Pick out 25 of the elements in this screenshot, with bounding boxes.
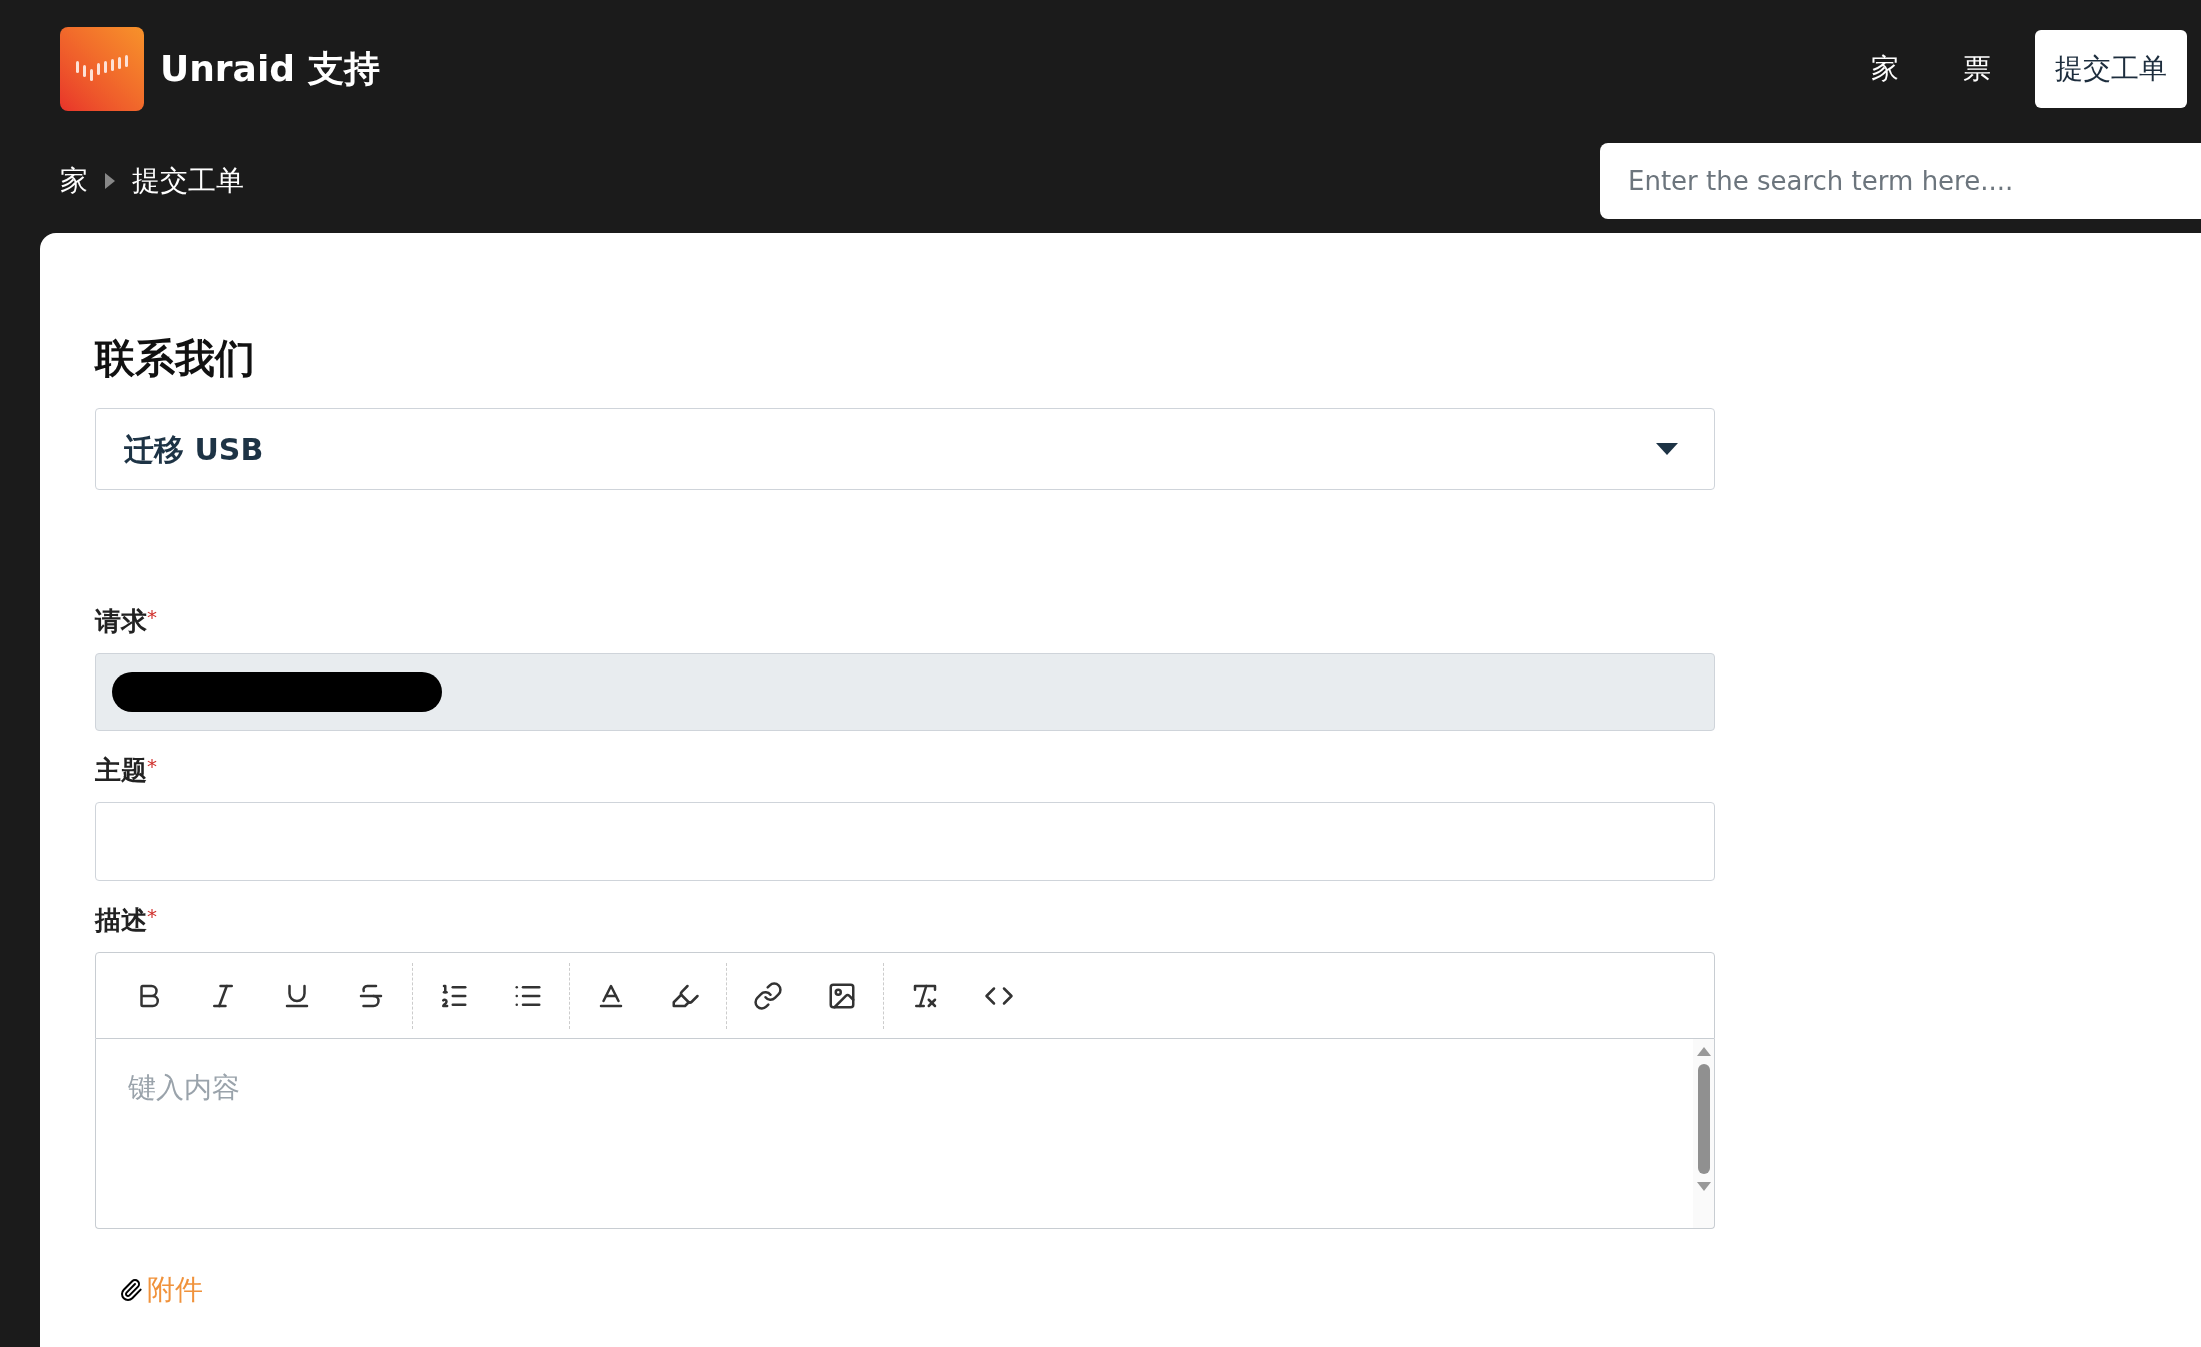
page-heading: 联系我们 — [95, 334, 256, 383]
input-field[interactable] — [95, 802, 1715, 881]
chevron-icon — [104, 172, 116, 190]
field-label: 描述 — [95, 904, 147, 937]
paperclip-icon — [119, 1278, 143, 1302]
search-field[interactable]: Enter the search term here.... — [1600, 143, 2201, 219]
field-label: 主题 — [95, 754, 147, 787]
field-label: 请求 — [95, 605, 147, 638]
breadcrumb-link[interactable]: 家 — [60, 160, 88, 202]
topic-select[interactable]: 迁移 USB — [95, 408, 1715, 490]
description-field[interactable]: 键入内容 — [95, 1039, 1693, 1229]
nav-link[interactable]: 提交工单 — [2035, 30, 2187, 108]
brand-title: Unraid 支持 — [160, 47, 380, 91]
scroll-down-icon[interactable] — [1696, 1182, 1711, 1191]
scrollbar[interactable] — [1693, 1039, 1715, 1229]
breadcrumb-link[interactable]: 提交工单 — [132, 160, 244, 202]
scroll-up-icon[interactable] — [1696, 1047, 1711, 1056]
required-marker: * — [147, 753, 157, 778]
caret-icon — [1656, 443, 1678, 455]
nav-link[interactable]: 票 — [1943, 30, 2011, 108]
nav-link[interactable]: 家 — [1851, 30, 1919, 108]
required-marker: * — [147, 903, 157, 928]
request-field[interactable] — [95, 653, 1715, 731]
link-icon — [753, 980, 783, 1011]
required-marker: * — [147, 604, 157, 629]
